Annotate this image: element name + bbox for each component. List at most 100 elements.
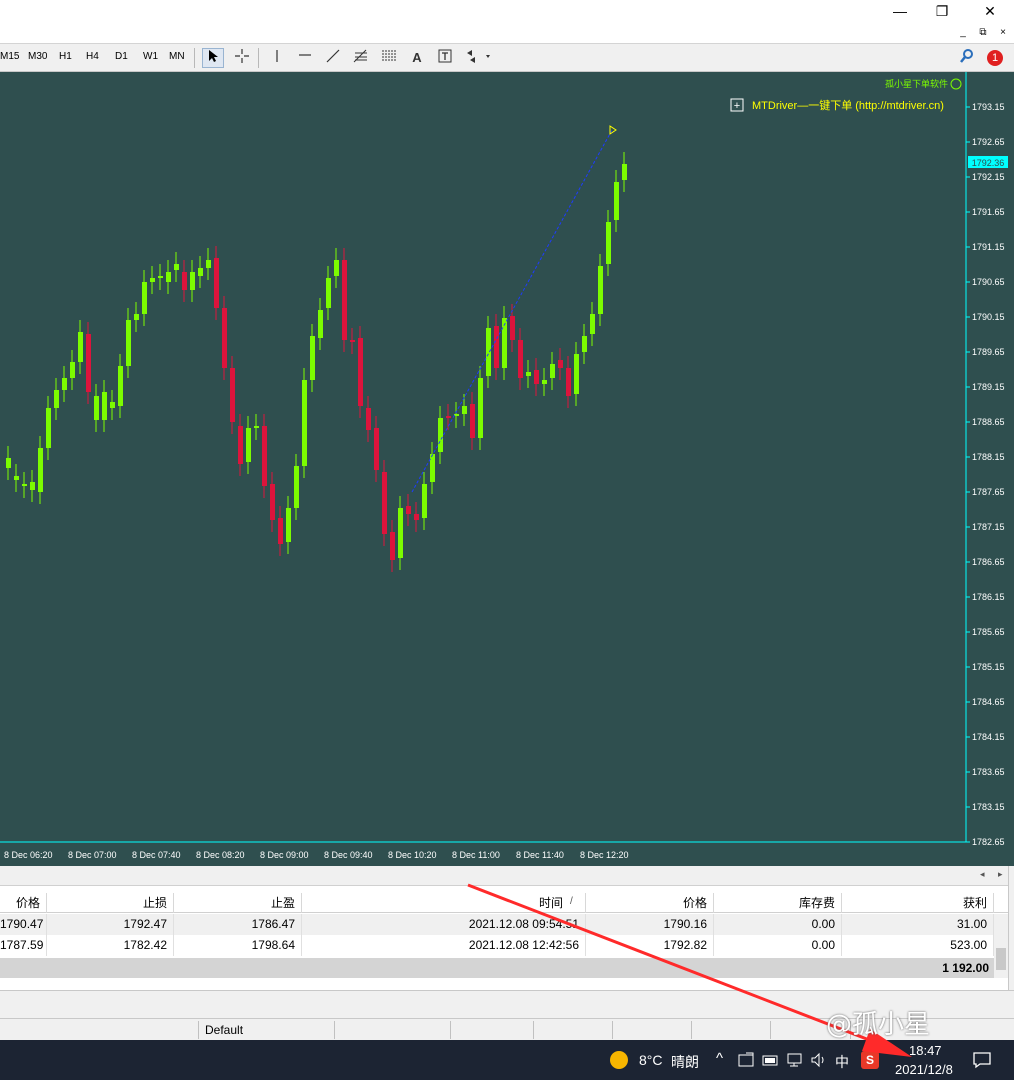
price-tick-label: 1787.65 — [972, 487, 1005, 497]
scroll-left-icon[interactable]: ◂ — [980, 869, 985, 880]
price-tick-label: 1791.65 — [972, 207, 1005, 217]
terminal-header: 价格 止损 止盈 时间 / 价格 库存费 获利 — [0, 893, 1008, 913]
header-open-price[interactable]: 价格 — [0, 893, 47, 913]
chevron-up-icon[interactable]: ^ — [716, 1050, 723, 1067]
scroll-right-icon[interactable]: ▸ — [998, 869, 1003, 880]
candle-body — [206, 260, 211, 268]
fibo-fan-icon[interactable] — [378, 48, 400, 68]
header-price[interactable]: 价格 — [586, 893, 714, 913]
cursor-icon[interactable] — [202, 48, 224, 68]
ime-indicator[interactable]: 中 — [835, 1052, 849, 1072]
status-separator — [533, 1021, 534, 1039]
candle-body — [542, 380, 547, 384]
cell-take-profit: 1786.47 — [174, 914, 302, 935]
mdi-bar: _ ⧉ × — [0, 22, 1014, 44]
header-take-profit[interactable]: 止盈 — [174, 893, 302, 913]
status-separator — [691, 1021, 692, 1039]
timeframe-m15[interactable]: M15 — [0, 51, 19, 62]
timeframe-w1[interactable]: W1 — [143, 51, 158, 62]
total-profit: 1 192.00 — [942, 961, 989, 975]
close-button[interactable]: ✕ — [970, 0, 1010, 22]
timeframe-mn[interactable]: MN — [169, 51, 185, 62]
time-tick-label: 8 Dec 09:00 — [260, 850, 309, 860]
candle-body — [62, 378, 67, 390]
price-chart[interactable]: 1793.15 1792.65 1792.15 1791.65 1791.15 1790.… — [0, 72, 1014, 866]
candle-body — [334, 260, 339, 276]
network-icon[interactable] — [786, 1052, 804, 1068]
chart-close-button[interactable]: × — [995, 25, 1011, 41]
price-tick-label: 1789.15 — [972, 382, 1005, 392]
table-row[interactable]: 1787.59 1782.42 1798.64 2021.12.08 12:42… — [0, 935, 1008, 956]
time-tick-label: 8 Dec 12:20 — [580, 850, 629, 860]
header-profit[interactable]: 获利 — [842, 893, 994, 913]
vertical-line-icon[interactable] — [266, 48, 288, 68]
terminal-edge — [1008, 866, 1014, 990]
crosshair-icon[interactable] — [231, 48, 253, 68]
cell-swap: 0.00 — [714, 914, 842, 935]
candle-body — [246, 428, 251, 462]
scroll-thumb[interactable] — [996, 948, 1006, 970]
timeframe-h1[interactable]: H1 — [59, 51, 72, 62]
candle-body — [318, 310, 323, 338]
trendline-icon[interactable] — [322, 48, 344, 68]
clock-time[interactable]: 18:47 — [909, 1043, 942, 1058]
price-tick-label: 1782.65 — [972, 837, 1005, 847]
clock-date[interactable]: 2021/12/8 — [895, 1062, 953, 1077]
restore-button[interactable]: ❐ — [922, 0, 962, 22]
header-time[interactable]: 时间 — [302, 893, 586, 913]
cell-time: 2021.12.08 09:54:51 — [302, 914, 586, 935]
notification-icon[interactable]: 1 — [984, 48, 1006, 68]
chart-minimize-button[interactable]: _ — [955, 25, 971, 41]
candle-body — [342, 260, 347, 340]
timeframe-m30[interactable]: M30 — [28, 51, 47, 62]
header-swap[interactable]: 库存费 — [714, 893, 842, 913]
candle-body — [470, 404, 475, 438]
text-label-icon[interactable] — [434, 48, 456, 68]
time-tick-label: 8 Dec 08:20 — [196, 850, 245, 860]
table-row[interactable]: 1790.47 1792.47 1786.47 2021.12.08 09:54… — [0, 914, 1008, 935]
candle-body — [54, 390, 59, 408]
price-tick-label: 1785.65 — [972, 627, 1005, 637]
status-separator — [612, 1021, 613, 1039]
candle-body — [262, 426, 267, 486]
search-icon[interactable] — [956, 48, 978, 68]
time-tick-label: 8 Dec 09:40 — [324, 850, 373, 860]
minimize-button[interactable]: — — [880, 0, 920, 22]
chart-restore-button[interactable]: ⧉ — [975, 25, 991, 41]
timeframe-h4[interactable]: H4 — [86, 51, 99, 62]
fibonacci-icon[interactable] — [350, 48, 372, 68]
sun-icon[interactable] — [610, 1051, 628, 1069]
candle-body — [550, 364, 555, 378]
title-bar: — ❐ ✕ — [0, 0, 1014, 22]
weather-temp[interactable]: 8°C — [639, 1052, 663, 1068]
candle-body — [182, 272, 187, 290]
horizontal-line-icon[interactable] — [294, 48, 316, 68]
sogou-ime-icon[interactable]: S — [861, 1051, 879, 1069]
candle-body — [70, 362, 75, 378]
arrows-icon[interactable] — [462, 48, 494, 68]
price-tick-label: 1793.15 — [972, 102, 1005, 112]
header-stop-loss[interactable]: 止损 — [47, 893, 174, 913]
price-tick-label: 1791.15 — [972, 242, 1005, 252]
candle-body — [566, 368, 571, 396]
cell-profit: 523.00 — [842, 935, 994, 956]
candle-body — [22, 484, 27, 486]
profile-name[interactable]: Default — [205, 1023, 243, 1037]
candle-body — [398, 508, 403, 558]
battery-icon[interactable] — [762, 1053, 780, 1067]
smile-icon — [950, 78, 962, 90]
terminal-vscrollbar[interactable] — [994, 914, 1008, 978]
volume-icon[interactable] — [810, 1052, 828, 1068]
notification-center-icon[interactable] — [972, 1051, 992, 1069]
indicator-label: 孤小星下单软件 — [885, 78, 948, 89]
text-icon[interactable]: A — [406, 48, 428, 68]
trendline-dashed — [411, 129, 613, 493]
candle-body — [326, 278, 331, 308]
timeframe-d1[interactable]: D1 — [115, 51, 128, 62]
weather-text[interactable]: 晴朗 — [671, 1052, 699, 1072]
candle-body — [38, 448, 43, 492]
chart-canvas: 1793.15 1792.65 1792.15 1791.65 1791.15 1790.… — [0, 72, 1008, 860]
network-share-icon[interactable] — [738, 1052, 756, 1068]
terminal-scroll-bar[interactable]: ◂ ▸ — [0, 866, 1014, 886]
cell-price: 1790.16 — [586, 914, 714, 935]
